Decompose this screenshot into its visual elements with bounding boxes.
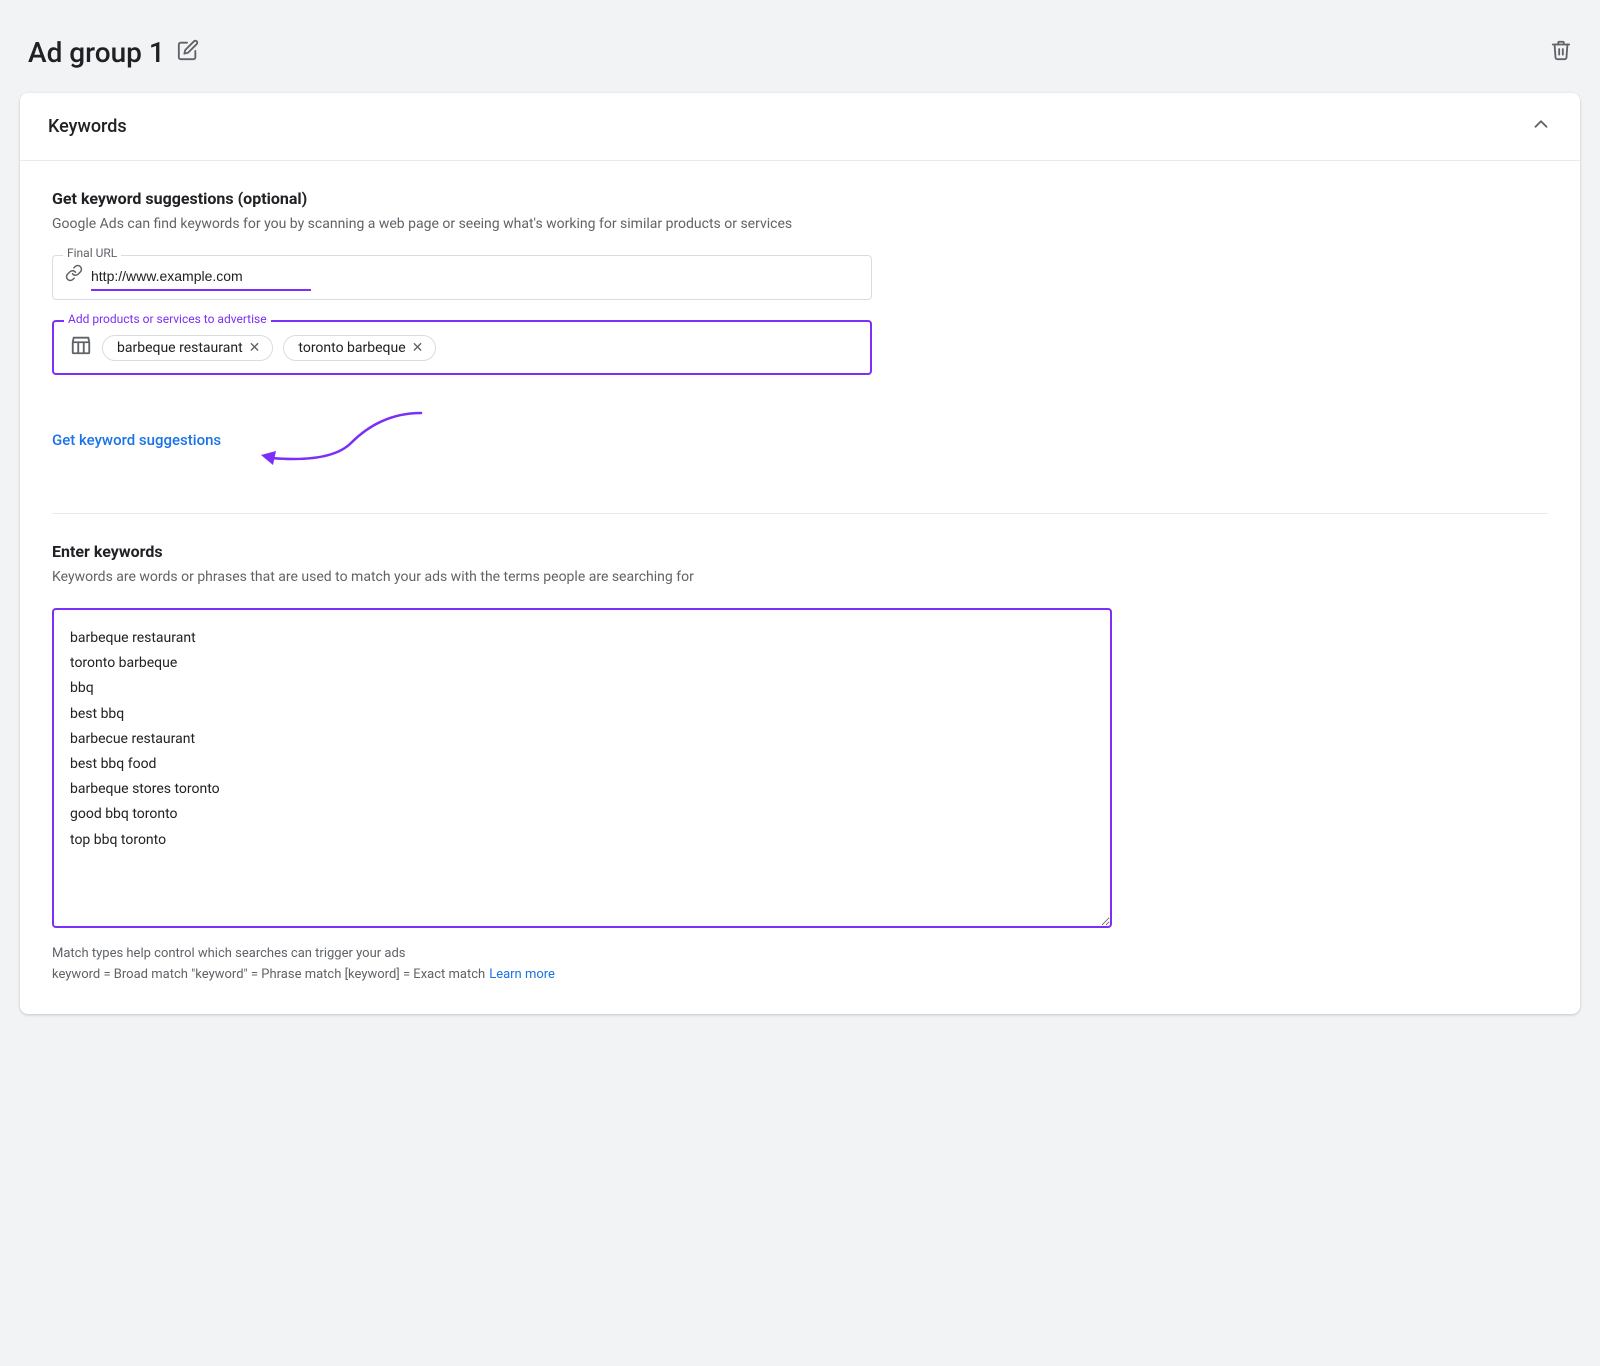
page-title-area: Ad group 1 xyxy=(28,36,199,69)
match-types-info: Match types help control which searches … xyxy=(52,944,1548,986)
suggestions-description: Google Ads can find keywords for you by … xyxy=(52,214,1548,235)
edit-icon[interactable] xyxy=(177,39,199,66)
enter-keywords-heading: Enter keywords xyxy=(52,542,1548,561)
section-divider xyxy=(52,513,1548,514)
page-title: Ad group 1 xyxy=(28,36,165,69)
card-body: Get keyword suggestions (optional) Googl… xyxy=(20,161,1580,1014)
link-icon xyxy=(65,264,83,287)
url-field-inner xyxy=(65,264,859,287)
chip-barbeque-restaurant: barbeque restaurant ✕ xyxy=(102,335,273,361)
keywords-textarea[interactable]: barbeque restaurant toronto barbeque bbq… xyxy=(52,608,1112,928)
chip-label: barbeque restaurant xyxy=(117,340,243,356)
delete-icon[interactable] xyxy=(1550,39,1572,67)
card-title: Keywords xyxy=(48,116,127,137)
chip-label: toronto barbeque xyxy=(298,340,405,356)
chip-remove-toronto[interactable]: ✕ xyxy=(412,341,424,355)
url-field-wrapper: Final URL xyxy=(52,255,872,300)
match-types-line1: Match types help control which searches … xyxy=(52,944,1548,965)
suggestions-section: Get keyword suggestions (optional) Googl… xyxy=(52,189,1548,477)
url-field-label: Final URL xyxy=(63,246,121,260)
annotation-arrow xyxy=(241,403,441,473)
match-types-row: keyword = Broad match "keyword" = Phrase… xyxy=(52,965,1548,986)
collapse-icon[interactable] xyxy=(1530,113,1552,140)
keywords-card: Keywords Get keyword suggestions (option… xyxy=(20,93,1580,1014)
enter-keywords-section: Enter keywords Keywords are words or phr… xyxy=(52,542,1548,986)
suggestions-heading: Get keyword suggestions (optional) xyxy=(52,189,1548,208)
enter-keywords-description: Keywords are words or phrases that are u… xyxy=(52,567,1548,588)
url-input[interactable] xyxy=(91,268,859,284)
chip-toronto-barbeque: toronto barbeque ✕ xyxy=(283,335,436,361)
url-underline xyxy=(91,289,311,291)
products-field-label: Add products or services to advertise xyxy=(64,312,271,326)
page-header: Ad group 1 xyxy=(20,20,1580,93)
chip-remove-barbeque[interactable]: ✕ xyxy=(249,341,261,355)
card-header: Keywords xyxy=(20,93,1580,161)
products-field-inner: barbeque restaurant ✕ toronto barbeque ✕ xyxy=(70,334,854,361)
get-suggestions-link[interactable]: Get keyword suggestions xyxy=(52,431,221,449)
products-field-wrapper[interactable]: Add products or services to advertise ba… xyxy=(52,320,872,375)
store-icon xyxy=(70,334,92,361)
arrow-annotation xyxy=(241,403,441,477)
learn-more-link[interactable]: Learn more xyxy=(489,965,555,986)
get-suggestions-area: Get keyword suggestions xyxy=(52,403,1548,477)
match-types-line2: keyword = Broad match "keyword" = Phrase… xyxy=(52,965,485,986)
